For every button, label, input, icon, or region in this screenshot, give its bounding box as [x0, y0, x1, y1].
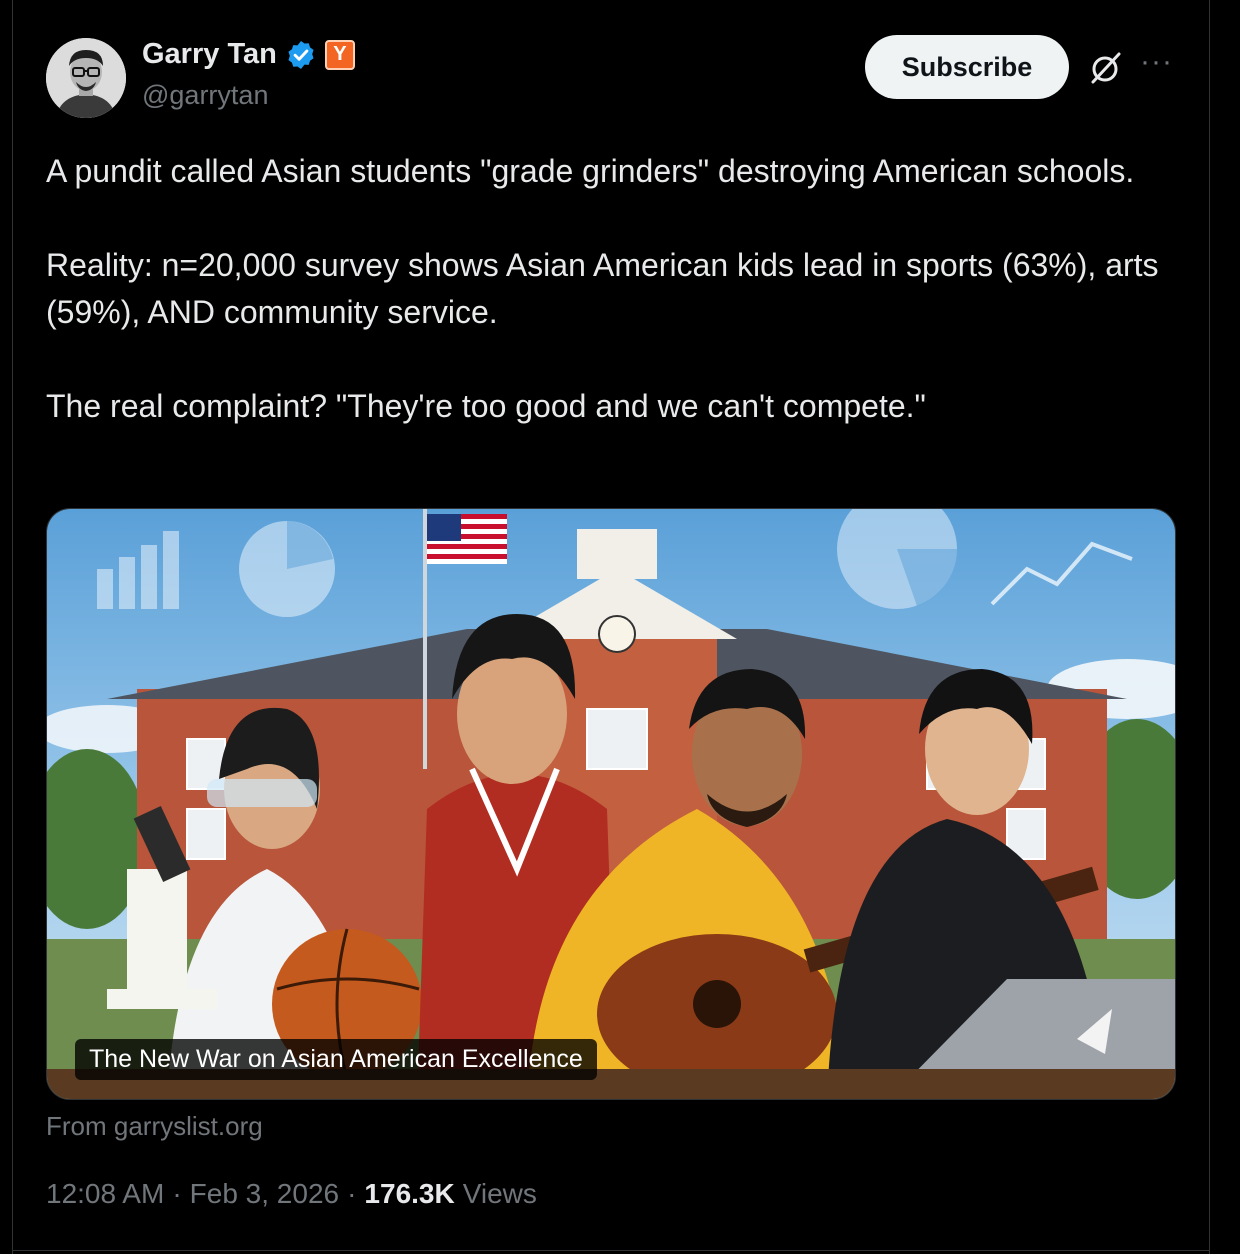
card-illustration: [47, 509, 1175, 1099]
tweet-paragraph: Reality: n=20,000 survey shows Asian Ame…: [46, 247, 1159, 330]
flagpole: [423, 509, 427, 769]
grok-icon[interactable]: [1086, 48, 1126, 88]
display-name[interactable]: Garry Tan: [142, 38, 277, 71]
tweet-time[interactable]: 12:08 AM: [46, 1178, 164, 1210]
name-row: Garry Tan Y: [142, 38, 355, 71]
frame-border-left: [12, 0, 13, 1254]
tweet-meta: 12:08 AM · Feb 3, 2026 · 176.3K Views: [46, 1178, 537, 1210]
card-source-link[interactable]: From garryslist.org: [46, 1111, 263, 1142]
yc-affiliate-badge-icon[interactable]: Y: [324, 39, 355, 70]
american-flag-icon: [427, 514, 507, 564]
views-count[interactable]: 176.3K: [364, 1178, 454, 1210]
link-card[interactable]: The New War on Asian American Excellence: [46, 508, 1176, 1100]
avatar-portrait-icon: [46, 38, 126, 118]
subscribe-button[interactable]: Subscribe: [865, 35, 1069, 99]
clock-icon: [598, 615, 636, 653]
microscope-icon: [127, 869, 187, 1009]
tweet-header: Garry Tan Y @garrytan Subscribe ···: [46, 30, 1186, 120]
tweet-paragraph: A pundit called Asian students "grade gr…: [46, 153, 1135, 189]
tweet-date[interactable]: Feb 3, 2026: [190, 1178, 339, 1210]
frame-border-bottom: [12, 1250, 1210, 1251]
card-title: The New War on Asian American Excellence: [75, 1039, 597, 1080]
avatar[interactable]: [46, 38, 126, 118]
cupola: [577, 529, 657, 579]
more-options-icon[interactable]: ···: [1140, 47, 1180, 82]
frame-border-right: [1209, 0, 1210, 1254]
views-label: Views: [462, 1178, 537, 1209]
verified-badge-icon[interactable]: [285, 39, 317, 71]
handle[interactable]: @garrytan: [142, 80, 268, 111]
meta-separator: ·: [347, 1178, 357, 1209]
tweet-text: A pundit called Asian students "grade gr…: [46, 148, 1166, 430]
meta-separator: ·: [172, 1178, 182, 1209]
tweet-paragraph: The real complaint? "They're too good an…: [46, 388, 926, 424]
